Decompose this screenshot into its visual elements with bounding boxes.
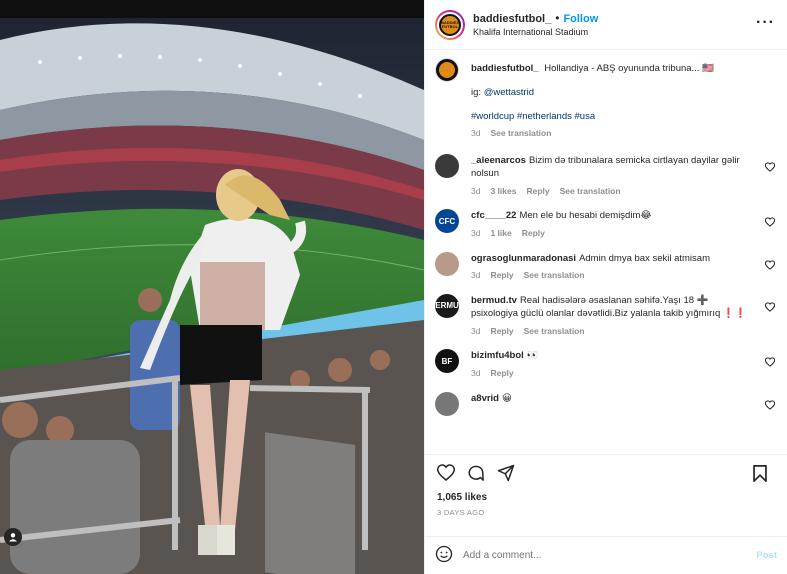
comment-like-heart-icon[interactable] — [765, 161, 775, 172]
comment-text: Men ele bu hesabi demişdim😂 — [519, 210, 652, 222]
stadium-photo — [0, 0, 424, 574]
comments: _aleenarcos Bizim də tribunalara semicka … — [429, 153, 777, 416]
comment-username[interactable]: cfc____22 — [471, 210, 516, 221]
comment-like-heart-icon[interactable] — [765, 399, 775, 410]
comment-likes[interactable]: 1 like — [490, 227, 511, 239]
avatar[interactable]: BADDIES FUTBOL — [437, 11, 463, 38]
add-comment-bar: Post — [425, 536, 787, 574]
comment-see-translation[interactable]: See translation — [560, 185, 621, 197]
save-bookmark-icon[interactable] — [749, 462, 771, 484]
location-link[interactable]: Khalifa International Stadium — [473, 27, 598, 38]
comment-like-heart-icon[interactable] — [765, 259, 775, 270]
comment-item: CFC cfc____22 Men ele bu hesabi demişdim😂 3… — [435, 209, 777, 239]
comment-username[interactable]: a8vrid — [471, 393, 499, 404]
comment-item: BERMUD bermud.tv Real hadisələrə əsaslanan… — [429, 293, 777, 338]
comment-like-heart-icon[interactable] — [765, 217, 775, 228]
avatar-logo: BADDIES FUTBOL — [441, 15, 459, 34]
likes-count[interactable]: 1,065 likes — [425, 490, 787, 508]
instagram-post: BADDIES FUTBOL baddiesfutbol_ • Follow Kha… — [0, 0, 787, 574]
comment-reply-button[interactable]: Reply — [490, 367, 513, 379]
comment-reply-button[interactable]: Reply — [526, 185, 549, 197]
comment-avatar[interactable]: BF — [435, 349, 459, 374]
comment-like-heart-icon[interactable] — [765, 357, 775, 368]
emoji-icon[interactable] — [435, 545, 453, 566]
action-bar — [425, 454, 787, 490]
comment-item: a8vrid 😀 — [435, 391, 777, 416]
comment-item: _aleenarcos Bizim də tribunalara semicka … — [435, 153, 777, 198]
comment-avatar[interactable] — [435, 391, 459, 416]
post-header: BADDIES FUTBOL baddiesfutbol_ • Follow Kha… — [425, 0, 787, 50]
comment-avatar[interactable] — [435, 251, 459, 276]
comment-text: 😀 — [502, 392, 512, 404]
caption-text: Hollandiya - ABŞ oyununda tribuna... 🇺🇸 — [544, 63, 714, 74]
comment-text: Admin dmya bax sekil atmisam — [579, 252, 710, 264]
comment-see-translation[interactable]: See translation — [524, 269, 585, 281]
header-username[interactable]: baddiesfutbol_ — [473, 13, 551, 25]
comment-avatar[interactable]: BERMUD — [429, 293, 465, 318]
caption-username[interactable]: baddiesfutbol_ — [471, 63, 539, 74]
comment-time[interactable]: 3d — [471, 367, 480, 379]
comment-username[interactable]: ograsoglunmaradonasi — [471, 253, 576, 264]
comment-time[interactable]: 3d — [471, 185, 480, 197]
caption: baddiesfutbol_ Hollandiya - ABŞ oyununda… — [435, 58, 777, 140]
header-text: baddiesfutbol_ • Follow Khalifa Internatio… — [473, 11, 598, 38]
comment-username[interactable]: bermud.tv — [471, 295, 517, 306]
comment-text: 👀 — [526, 350, 539, 362]
post-date[interactable]: 3 DAYS AGO — [425, 508, 787, 536]
comment-likes[interactable]: 3 likes — [490, 185, 516, 197]
more-options-icon[interactable]: ··· — [756, 14, 775, 32]
comment-username[interactable]: _aleenarcos — [471, 155, 526, 166]
comment-time[interactable]: 3d — [471, 227, 480, 239]
comment-username[interactable]: bizimfu4bol — [471, 350, 524, 361]
comment-time[interactable]: 3d — [471, 325, 480, 337]
comment-reply-button[interactable]: Reply — [490, 269, 513, 281]
caption-hashtags[interactable]: #worldcup #netherlands #usa — [471, 110, 753, 124]
comment-like-heart-icon[interactable] — [765, 301, 775, 312]
post-photo[interactable] — [0, 0, 424, 574]
separator-dot: • — [555, 11, 560, 25]
media-top-bar — [0, 0, 424, 18]
caption-time[interactable]: 3d — [471, 127, 480, 139]
comments-list[interactable]: baddiesfutbol_ Hollandiya - ABŞ oyununda… — [425, 50, 787, 454]
story-ring[interactable]: BADDIES FUTBOL — [435, 9, 465, 40]
comment-item: ograsoglunmaradonasi Admin dmya bax sekil… — [435, 251, 777, 282]
comment-reply-button[interactable]: Reply — [522, 227, 545, 239]
caption-see-translation[interactable]: See translation — [490, 127, 551, 139]
comment-input[interactable] — [463, 550, 757, 561]
comment-bubble-icon[interactable] — [465, 462, 487, 484]
like-heart-icon[interactable] — [435, 462, 457, 484]
follow-button[interactable]: Follow — [563, 13, 598, 25]
caption-mention-link[interactable]: @wettastrid — [484, 87, 534, 98]
caption-avatar[interactable] — [435, 58, 459, 82]
comment-time[interactable]: 3d — [471, 269, 480, 281]
tagged-people-icon[interactable] — [4, 528, 22, 546]
comment-reply-button[interactable]: Reply — [490, 325, 513, 337]
comment-avatar[interactable]: CFC — [435, 209, 459, 234]
share-paper-plane-icon[interactable] — [495, 462, 517, 484]
comment-avatar[interactable] — [435, 153, 459, 178]
comment-see-translation[interactable]: See translation — [524, 325, 585, 337]
post-details-panel: BADDIES FUTBOL baddiesfutbol_ • Follow Kha… — [424, 0, 787, 574]
post-comment-button[interactable]: Post — [756, 550, 777, 561]
comment-item: BF bizimfu4bol 👀 3d Reply — [435, 349, 777, 379]
caption-ig-prefix: ig: — [471, 86, 482, 98]
